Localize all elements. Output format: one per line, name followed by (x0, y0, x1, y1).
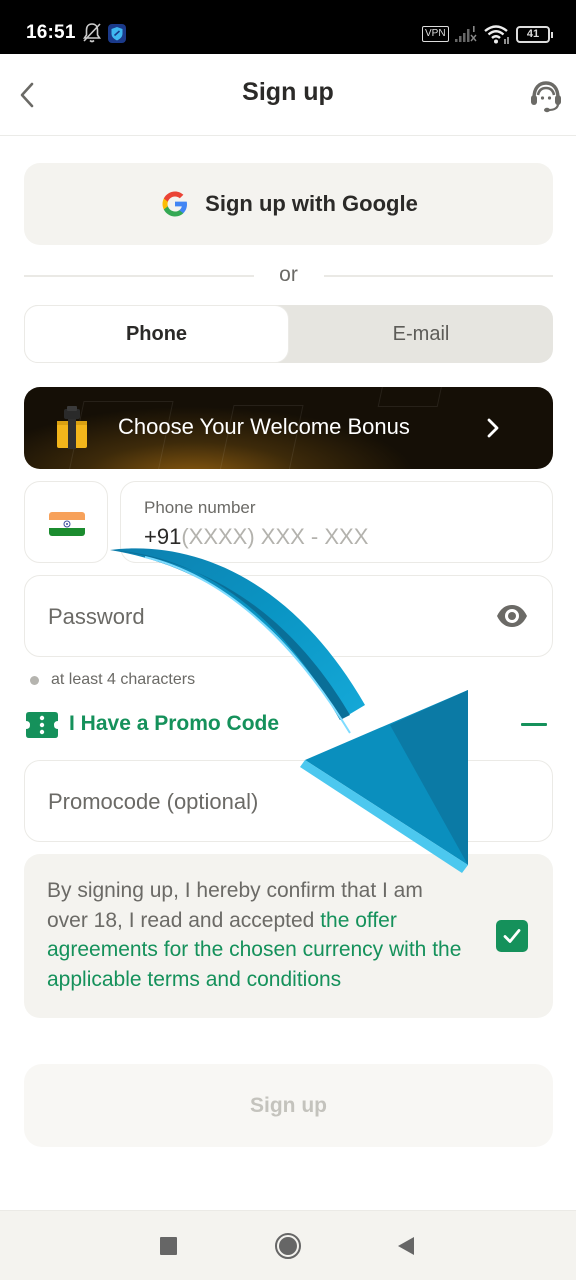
battery-icon: 41 (516, 26, 553, 43)
tab-email[interactable]: E-mail (289, 305, 553, 363)
battery-level: 41 (526, 28, 540, 40)
google-signup-label: Sign up with Google (205, 191, 418, 216)
google-g-icon (162, 191, 188, 217)
phone-prefix: +91 (144, 524, 182, 549)
headset-support-icon[interactable] (528, 78, 564, 114)
shield-app-icon (108, 24, 126, 43)
signal-icon (455, 26, 477, 42)
wifi-icon (484, 25, 509, 44)
recents-square-icon[interactable] (160, 1237, 177, 1255)
system-nav-bar (0, 1210, 576, 1280)
banner-decoration (377, 387, 451, 407)
ticket-icon (26, 712, 58, 738)
phone-number-value: +91(XXXX) XXX - XXX (144, 524, 368, 550)
promo-code-toggle[interactable]: I Have a Promo Code (24, 708, 553, 742)
terms-agreement: By signing up, I hereby confirm that I a… (24, 854, 553, 1018)
page-title: Sign up (242, 78, 334, 106)
phone-number-input[interactable]: Phone number +91(XXXX) XXX - XXX (120, 481, 553, 563)
signup-submit-button[interactable]: Sign up (24, 1064, 553, 1147)
back-triangle-icon[interactable] (396, 1235, 416, 1257)
vpn-icon: VPN (422, 26, 449, 42)
india-flag-icon (49, 512, 85, 536)
promo-toggle-label: I Have a Promo Code (69, 712, 280, 735)
app-header: Sign up (0, 54, 576, 136)
google-signup-button[interactable]: Sign up with Google (24, 163, 553, 245)
divider-line-right (324, 275, 553, 277)
phone-number-label: Phone number (144, 498, 256, 517)
terms-text: By signing up, I hereby confirm that I a… (47, 876, 467, 994)
signup-method-tabs: E-mail Phone (24, 305, 553, 363)
promocode-input[interactable]: Promocode (optional) (24, 760, 553, 842)
hint-bullet (30, 675, 39, 685)
status-time: 16:51 (26, 22, 76, 43)
country-code-selector[interactable] (24, 481, 108, 563)
bonus-banner-label: Choose Your Welcome Bonus (118, 414, 410, 439)
gift-box-icon (57, 406, 87, 449)
tab-phone[interactable]: Phone (24, 305, 289, 363)
or-divider: or (24, 262, 553, 288)
chevron-right-icon (487, 418, 499, 438)
checkmark-icon (503, 929, 521, 943)
status-bar: 16:51 VPN 41 (0, 0, 576, 54)
password-input[interactable]: Password (24, 575, 553, 657)
home-circle-icon[interactable] (274, 1232, 302, 1260)
notifications-off-icon (83, 23, 101, 43)
welcome-bonus-banner[interactable]: Choose Your Welcome Bonus (24, 387, 553, 469)
terms-checkbox[interactable] (496, 920, 528, 952)
password-placeholder: Password (48, 604, 145, 629)
promocode-placeholder: Promocode (optional) (48, 789, 259, 814)
password-hint: at least 4 characters (30, 671, 195, 689)
password-hint-text: at least 4 characters (51, 671, 196, 688)
eye-icon[interactable] (495, 602, 529, 630)
phone-placeholder: (XXXX) XXX - XXX (181, 524, 369, 549)
minus-icon[interactable] (521, 723, 547, 726)
